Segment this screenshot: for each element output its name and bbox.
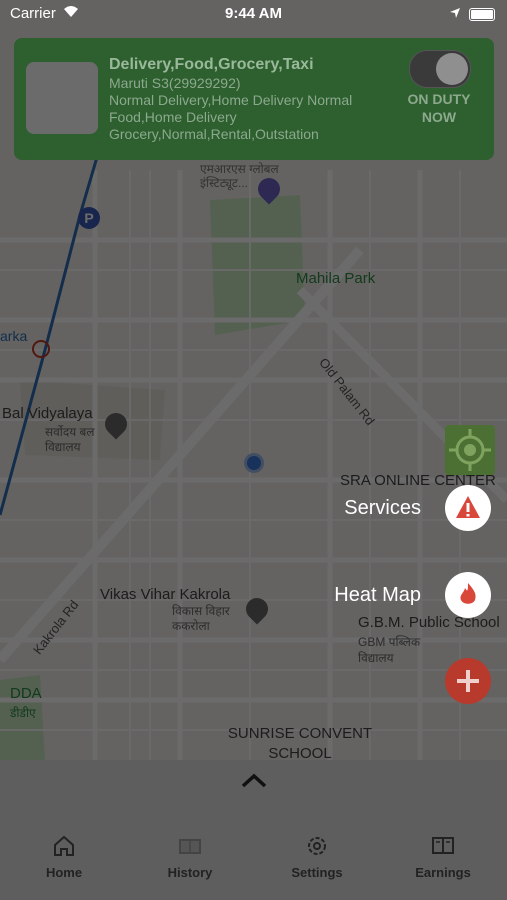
plus-icon [457, 670, 479, 692]
nav-earnings[interactable]: Earnings [393, 833, 493, 880]
map-label-gbm-hi: GBM पब्लिक विद्यालय [358, 635, 421, 665]
vehicle-label: Maruti S3(29929292) [109, 75, 241, 91]
services-fab[interactable] [445, 485, 491, 531]
locate-me-button[interactable] [445, 425, 495, 475]
heatmap-fab-row[interactable]: Heat Map [334, 572, 491, 618]
gear-icon [267, 833, 367, 859]
map-label-area: Vikas Vihar Kakrola [100, 586, 231, 603]
map-label-school-hi: सर्वोदय बल विद्यालय [45, 425, 95, 454]
toggle-knob [436, 53, 468, 85]
nav-settings-label: Settings [291, 865, 343, 880]
map-label-sunrise: SUNRISE CONVENT SCHOOL [227, 725, 373, 760]
battery-icon [469, 8, 495, 21]
map-label-park: Mahila Park [296, 270, 376, 287]
map-label-dda-hi: डीडीए [10, 706, 36, 720]
map-label-arka: arka [0, 328, 28, 344]
nav-history-label: History [167, 865, 213, 880]
clock: 9:44 AM [225, 5, 282, 22]
duty-status-label: ON DUTY NOW [407, 91, 471, 125]
location-arrow-icon [449, 6, 461, 23]
crosshair-icon [449, 429, 491, 471]
nav-earnings-label: Earnings [415, 865, 471, 880]
nav-home[interactable]: Home [14, 833, 114, 880]
driver-status-card: Delivery,Food,Grocery,Taxi Maruti S3(299… [14, 38, 494, 160]
warning-icon [456, 496, 480, 518]
nav-settings[interactable]: Settings [267, 833, 367, 880]
book-icon [393, 833, 493, 859]
add-fab-button[interactable] [445, 658, 491, 704]
current-location-dot [244, 453, 264, 473]
history-icon [140, 833, 240, 859]
nav-home-label: Home [45, 865, 83, 880]
heatmap-fab-label: Heat Map [334, 583, 421, 606]
map-label-dda: DDA [10, 685, 42, 702]
duty-toggle[interactable] [409, 50, 471, 88]
heatmap-fab[interactable] [445, 572, 491, 618]
parking-pin-icon: P [78, 207, 100, 229]
home-icon [14, 833, 114, 859]
service-types-title: Delivery,Food,Grocery,Taxi [109, 56, 314, 73]
metro-icon [32, 340, 50, 358]
flame-icon [460, 583, 476, 604]
map-label-area-hi: विकास विहार ककरोला [172, 604, 230, 633]
nav-history[interactable]: History [140, 833, 240, 880]
status-bar: Carrier 9:44 AM [0, 0, 507, 28]
map-label-school: Bal Vidyalaya [2, 405, 93, 422]
avatar [26, 62, 98, 134]
services-fab-row[interactable]: Services [344, 485, 491, 531]
services-list: Normal Delivery,Home Delivery Normal Foo… [109, 92, 353, 142]
chevron-up-icon[interactable] [240, 772, 268, 795]
map-label-institute: एमआरएस ग्लोबल इंस्टिट्यूट... [200, 162, 279, 190]
services-fab-label: Services [344, 496, 421, 519]
